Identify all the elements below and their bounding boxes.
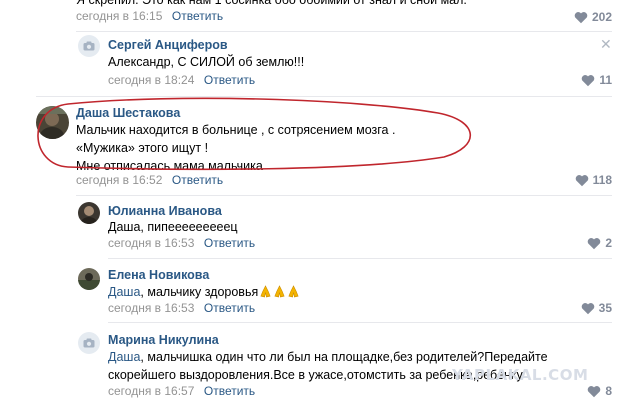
heart-icon	[581, 302, 594, 314]
heart-icon	[582, 74, 595, 86]
comment-date[interactable]: сегодня в 16:53	[108, 236, 194, 250]
comment-text: Даша, пипееееееееец	[108, 220, 238, 234]
like-button[interactable]: 8	[587, 384, 612, 398]
praying-hands-icon	[288, 285, 299, 298]
close-icon[interactable]: ✕	[600, 36, 612, 53]
camera-icon	[83, 338, 95, 348]
comment-body: , мальчишка один что ли был на площадке,…	[140, 350, 548, 364]
like-count: 118	[592, 173, 612, 187]
comment-date[interactable]: сегодня в 16:57	[108, 384, 194, 398]
avatar[interactable]	[78, 332, 100, 354]
watermark: YAPLAKAL.COM	[452, 366, 589, 384]
comment-author[interactable]: Сергей Анциферов	[108, 38, 228, 52]
like-button[interactable]: 118	[575, 173, 612, 187]
comment-meta: сегодня в 16:57 Ответить	[108, 384, 255, 398]
comment-meta: сегодня в 16:15 Ответить	[76, 9, 223, 23]
avatar[interactable]	[78, 35, 100, 57]
avatar-photo	[78, 202, 100, 224]
like-button[interactable]: 35	[581, 301, 612, 315]
comment-text: Александр, С СИЛОЙ об землю!!!	[108, 55, 305, 69]
comment-text-line: Даша, мальчишка один что ли был на площа…	[108, 348, 548, 366]
avatar-photo	[78, 268, 100, 290]
comment-date[interactable]: сегодня в 18:24	[108, 73, 194, 87]
reply-link[interactable]: Ответить	[172, 9, 223, 23]
mention-link[interactable]: Даша	[108, 350, 140, 364]
divider	[108, 258, 612, 259]
reply-link[interactable]: Ответить	[172, 173, 223, 187]
comment-meta: сегодня в 16:52 Ответить	[76, 173, 223, 187]
comment-meta: сегодня в 16:53 Ответить	[108, 236, 255, 250]
like-count: 2	[605, 236, 612, 250]
heart-icon	[574, 11, 588, 23]
like-count: 202	[591, 10, 612, 24]
praying-hands-icon	[274, 285, 285, 298]
highlight-outline	[37, 97, 472, 171]
divider	[76, 195, 612, 196]
comment-meta: сегодня в 18:24 Ответить	[108, 73, 255, 87]
like-count: 8	[605, 384, 612, 398]
comment-meta: сегодня в 16:53 Ответить	[108, 301, 255, 315]
avatar[interactable]	[78, 202, 100, 224]
comment-text: Даша, мальчику здоровья	[108, 283, 300, 301]
comment-body: , мальчику здоровья	[140, 285, 259, 299]
comment-text: Я скрепил. Это как нам 1 сосинка обо обо…	[76, 0, 467, 7]
like-count: 35	[598, 301, 612, 315]
comment-author[interactable]: Юлианна Иванова	[108, 204, 222, 218]
avatar[interactable]	[78, 268, 100, 290]
like-button[interactable]: 202	[574, 10, 612, 24]
praying-hands-icon	[260, 285, 271, 298]
reply-link[interactable]: Ответить	[204, 236, 255, 250]
heart-icon	[575, 174, 588, 186]
mention-link[interactable]: Даша	[108, 285, 140, 299]
comment-author[interactable]: Марина Никулина	[108, 333, 219, 347]
reply-link[interactable]: Ответить	[204, 301, 255, 315]
comment-date[interactable]: сегодня в 16:52	[76, 173, 162, 187]
like-button[interactable]: 2	[587, 236, 612, 250]
like-button[interactable]: 11	[581, 73, 612, 87]
reply-link[interactable]: Ответить	[204, 73, 255, 87]
reply-link[interactable]: Ответить	[204, 384, 255, 398]
heart-icon	[588, 385, 601, 397]
camera-icon	[83, 41, 95, 51]
comment-author[interactable]: Елена Новикова	[108, 268, 209, 282]
like-count: 11	[599, 73, 612, 87]
heart-icon	[588, 237, 601, 249]
divider	[108, 322, 612, 323]
divider	[76, 31, 612, 32]
comment-date[interactable]: сегодня в 16:53	[108, 301, 194, 315]
comment-date[interactable]: сегодня в 16:15	[76, 9, 162, 23]
